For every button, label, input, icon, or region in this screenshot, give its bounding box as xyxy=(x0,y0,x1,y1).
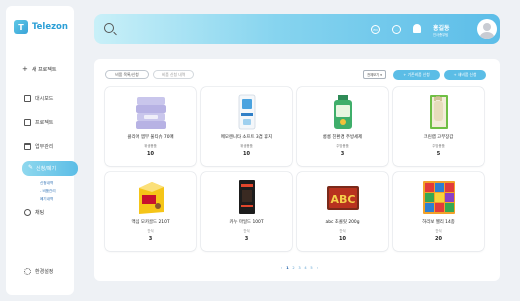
sub-item-request-history[interactable]: 신청내역 xyxy=(40,181,53,186)
page-next[interactable]: › xyxy=(316,266,319,270)
page-4[interactable]: 4 xyxy=(304,266,307,270)
product-card[interactable]: 롱롱 친환경 주방세제 주방용품 3 xyxy=(297,87,388,166)
product-card[interactable]: 하리보 젤리 14종 간식 20 xyxy=(393,172,484,251)
product-quantity: 10 xyxy=(243,151,250,157)
jelly-image xyxy=(423,181,455,214)
page-5[interactable]: 5 xyxy=(310,266,313,270)
product-card[interactable]: 클리어 앱부 물티슈 70매 위생용품 10 xyxy=(105,87,196,166)
chocolate-image: ABC xyxy=(327,186,359,210)
tab-request-history[interactable]: 비품 신청 내역 xyxy=(153,70,194,79)
sidebar-item-chat[interactable]: 채팅 xyxy=(24,209,44,216)
sidebar-item-projects[interactable]: 프로젝트 xyxy=(24,119,53,126)
product-quantity: 5 xyxy=(436,151,441,157)
new-project-label: 새 프로젝트 xyxy=(31,66,57,73)
top-bar: EN ··· 홍길동 인사총무팀 xyxy=(94,14,500,44)
product-card[interactable]: 카누 마일드 100T 간식 3 xyxy=(201,172,292,251)
product-card[interactable]: ABC abc 초콜릿 200g 간식 10 xyxy=(297,172,388,251)
product-name: 맥심 모카골드 210T xyxy=(131,220,170,225)
sidebar-item-label: 환경설정 xyxy=(35,269,54,275)
sort-select[interactable]: 전체보기 ▾ xyxy=(363,70,386,79)
product-quantity: 20 xyxy=(435,236,442,242)
pagination: ‹ 1 2 3 4 5 › xyxy=(280,266,319,270)
product-category: 간식 xyxy=(435,229,442,233)
pencil-icon: ✎ xyxy=(28,164,34,171)
dish-soap-image xyxy=(334,95,352,129)
sidebar-item-label: 신청/폐기 xyxy=(36,166,57,172)
product-name: 클리어 앱부 물티슈 70매 xyxy=(127,135,174,140)
folder-icon xyxy=(24,119,31,126)
sidebar-item-label: 대시보드 xyxy=(35,96,54,102)
product-category: 간식 xyxy=(147,229,154,233)
rubber-gloves-image xyxy=(430,95,448,129)
product-name: 크린랩 고무장갑 xyxy=(423,135,454,140)
page-1[interactable]: 1 xyxy=(286,266,289,270)
page-prev[interactable]: ‹ xyxy=(280,266,283,270)
app-name: Telezon xyxy=(32,22,68,32)
product-card[interactable]: 크린랩 고무장갑 주방용품 5 xyxy=(393,87,484,166)
svg-text:ABC: ABC xyxy=(331,193,356,206)
dashboard-icon xyxy=(24,95,31,102)
product-name: 하리보 젤리 14종 xyxy=(422,220,455,225)
product-quantity: 10 xyxy=(147,151,154,157)
sidebar-item-tasks[interactable]: 업무관리 xyxy=(24,143,53,150)
sidebar-item-label: 프로젝트 xyxy=(35,120,54,126)
request-new-button[interactable]: + 새비품 신청 xyxy=(444,70,486,80)
sidebar-item-settings[interactable]: 환경설정 xyxy=(24,268,53,275)
bell-icon[interactable] xyxy=(413,24,421,33)
product-category: 간식 xyxy=(243,229,250,233)
product-name: 카누 마일드 100T xyxy=(229,220,264,225)
language-icon[interactable]: EN xyxy=(371,25,380,34)
product-name: abc 초콜릿 200g xyxy=(325,220,360,225)
avatar[interactable] xyxy=(477,19,497,39)
product-quantity: 10 xyxy=(339,236,346,242)
sidebar: T Telezon + 새 프로젝트 대시보드 프로젝트 업무관리 ✎ 신청/폐… xyxy=(6,6,78,295)
tissue-image xyxy=(238,94,256,130)
product-name: 메모렌니타 소프트 3겹 휴지 xyxy=(220,135,273,140)
product-card[interactable]: 메모렌니타 소프트 3겹 휴지 위생용품 10 xyxy=(201,87,292,166)
wet-wipes-image xyxy=(136,97,166,129)
logo[interactable]: T Telezon xyxy=(14,20,68,34)
product-category: 주방용품 xyxy=(432,144,445,148)
calendar-icon xyxy=(24,143,31,150)
sub-item-disposal-history[interactable]: 폐기내역 xyxy=(40,197,53,202)
product-quantity: 3 xyxy=(148,236,153,242)
message-icon[interactable]: ··· xyxy=(392,25,401,34)
search-icon[interactable] xyxy=(104,23,114,33)
product-name: 롱롱 친환경 주방세제 xyxy=(322,135,363,140)
product-card[interactable]: 맥심 모카골드 210T 간식 3 xyxy=(105,172,196,251)
product-category: 간식 xyxy=(339,229,346,233)
sub-item-supplies[interactable]: - 비품관리 xyxy=(40,189,56,194)
sidebar-item-label: 채팅 xyxy=(35,210,45,216)
gear-icon xyxy=(24,268,31,275)
chat-icon xyxy=(24,209,31,216)
product-quantity: 3 xyxy=(340,151,345,157)
product-category: 위생용품 xyxy=(240,144,253,148)
request-existing-button[interactable]: + 기존비품 신청 xyxy=(393,70,440,80)
tab-inventory[interactable]: 비품 목록/신청 xyxy=(105,70,149,79)
sidebar-item-label: 업무관리 xyxy=(35,144,54,150)
product-category: 위생용품 xyxy=(144,144,157,148)
main-area: EN ··· 홍길동 인사총무팀 비품 목록/신청 비품 신청 내역 전체보기 … xyxy=(84,6,514,295)
new-project-button[interactable]: + 새 프로젝트 xyxy=(22,65,56,73)
coffee-mix-image xyxy=(139,182,164,214)
plus-icon: + xyxy=(22,65,28,73)
product-category: 주방용품 xyxy=(336,144,349,148)
sidebar-item-request-disposal[interactable]: ✎ 신청/폐기 xyxy=(22,161,78,176)
sidebar-item-dashboard[interactable]: 대시보드 xyxy=(24,95,53,102)
content-panel: 비품 목록/신청 비품 신청 내역 전체보기 ▾ + 기존비품 신청 + 새비품… xyxy=(94,59,500,281)
page-2[interactable]: 2 xyxy=(292,266,295,270)
user-name: 홍길동 xyxy=(433,25,450,32)
page-3[interactable]: 3 xyxy=(298,266,301,270)
logo-icon: T xyxy=(14,20,28,34)
instant-coffee-image xyxy=(239,180,255,214)
product-quantity: 3 xyxy=(244,236,249,242)
user-role: 인사총무팀 xyxy=(433,33,449,37)
